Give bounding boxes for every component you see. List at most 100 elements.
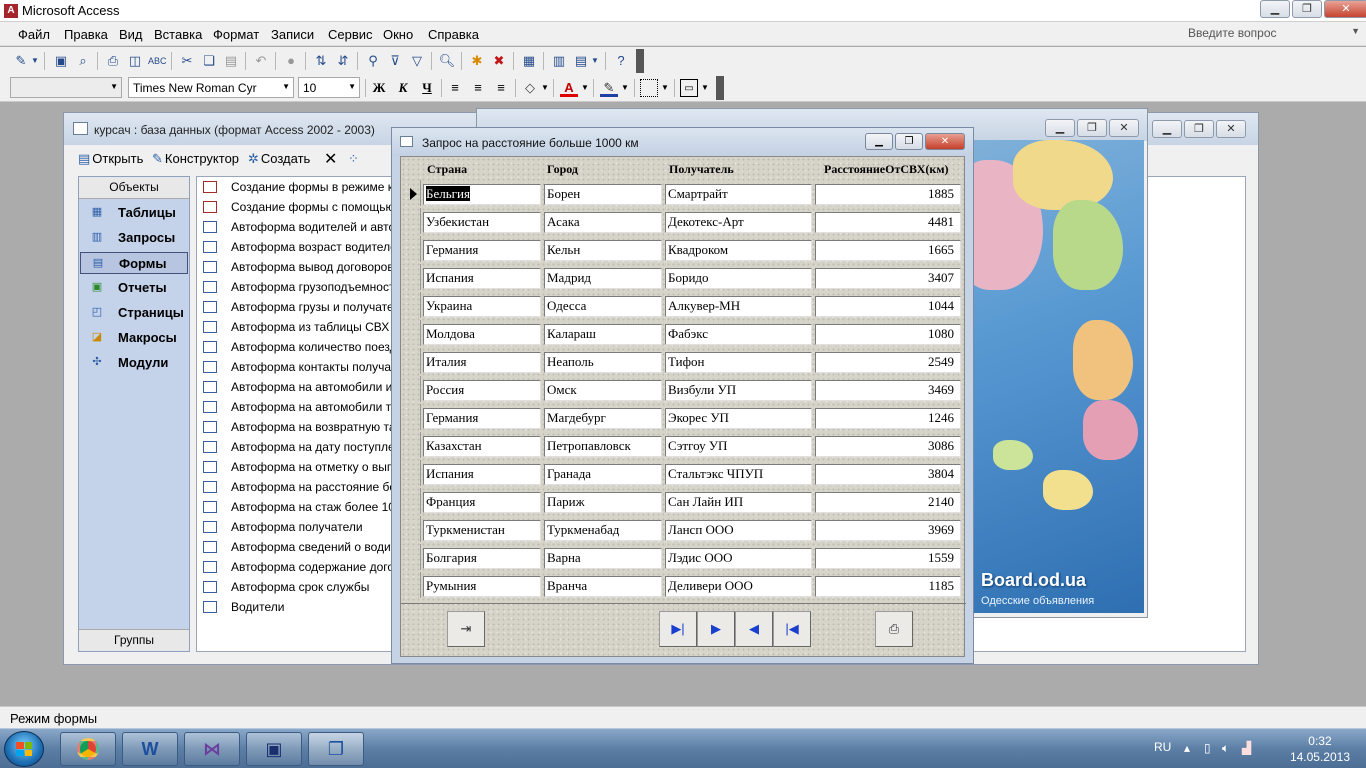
language-indicator[interactable]: RU (1154, 740, 1171, 754)
city-field[interactable]: Варна (544, 548, 662, 569)
city-field[interactable]: Туркменабад (544, 520, 662, 541)
record-selector[interactable] (403, 180, 421, 206)
object-tables[interactable]: ▦ Таблицы (80, 202, 188, 224)
clock[interactable]: 0:32 14.05.2013 (1290, 733, 1350, 765)
distance-field[interactable]: 2549 (815, 352, 961, 373)
list-item[interactable]: Автоформа получатели (203, 517, 363, 537)
close-button[interactable]: ✕ (925, 133, 965, 150)
special-effect-dropdown-icon[interactable]: ▼ (700, 79, 710, 97)
recipient-field[interactable]: Лансп ООО (665, 520, 812, 541)
recipient-field[interactable]: Алкувер-МН (665, 296, 812, 317)
view-icon[interactable]: ✎ (12, 52, 30, 70)
toolbar-grip[interactable] (716, 76, 724, 100)
record-selector[interactable] (403, 320, 421, 346)
country-field[interactable]: Узбекистан (423, 212, 541, 233)
list-item[interactable]: Автоформа возраст водителей (203, 237, 403, 257)
print-preview-icon[interactable]: ◫ (126, 52, 144, 70)
print-icon[interactable]: ⎙ (104, 52, 122, 70)
restore-button[interactable]: ❐ (1292, 0, 1322, 18)
country-field[interactable]: Украина (423, 296, 541, 317)
font-color-dropdown-icon[interactable]: ▼ (580, 79, 590, 97)
menu-insert[interactable]: Вставка (154, 27, 202, 42)
next-record-button[interactable]: ▶ (697, 611, 735, 647)
groups-footer[interactable]: Группы (79, 629, 189, 651)
database-window-icon[interactable]: ▥ (550, 52, 568, 70)
record-selector[interactable] (403, 236, 421, 262)
help-icon[interactable]: ? (612, 52, 630, 70)
filter-selection-icon[interactable]: ⚲ (364, 52, 382, 70)
font-name-combo[interactable]: Times New Roman Cyr ▼ (128, 77, 294, 98)
list-item[interactable]: Автоформа на стаж более 10 лет (203, 497, 417, 517)
list-item[interactable]: Автоформа сведений о водителях (203, 537, 422, 557)
country-field[interactable]: Россия (423, 380, 541, 401)
record-selector[interactable] (403, 488, 421, 514)
object-combo[interactable]: ▼ (10, 77, 122, 98)
fill-color-icon[interactable]: ◇ (521, 79, 539, 97)
record-selector[interactable] (403, 348, 421, 374)
fill-color-dropdown-icon[interactable]: ▼ (540, 79, 550, 97)
menu-file[interactable]: Файл (18, 27, 50, 42)
open-button[interactable]: ▤ Открыть (78, 151, 143, 167)
copy-icon[interactable]: ❏ (200, 52, 218, 70)
objects-header[interactable]: Объекты (79, 177, 189, 199)
sort-descending-icon[interactable]: ⇵ (334, 52, 352, 70)
taskbar-access[interactable]: ❐ (308, 732, 364, 766)
toolbar-grip[interactable] (636, 49, 644, 73)
border-width-dropdown-icon[interactable]: ▼ (660, 79, 670, 97)
list-item[interactable]: Автоформа грузы и получатели (203, 297, 407, 317)
align-center-icon[interactable]: ≡ (469, 79, 487, 97)
city-field[interactable]: Магдебург (544, 408, 662, 429)
list-item[interactable]: Автоформа из таблицы СВХ (203, 317, 389, 337)
country-field[interactable]: Испания (423, 268, 541, 289)
distance-field[interactable]: 3969 (815, 520, 961, 541)
sort-ascending-icon[interactable]: ⇅ (312, 52, 330, 70)
menu-window[interactable]: Окно (383, 27, 413, 42)
tray-arrow-icon[interactable]: ▴ (1184, 741, 1190, 755)
country-field[interactable]: Италия (423, 352, 541, 373)
object-reports[interactable]: ▣ Отчеты (80, 277, 188, 299)
recipient-field[interactable]: Экорес УП (665, 408, 812, 429)
city-field[interactable]: Гранада (544, 464, 662, 485)
city-field[interactable]: Омск (544, 380, 662, 401)
recipient-field[interactable]: Декотекс-Арт (665, 212, 812, 233)
recipient-field[interactable]: Сэтгоу УП (665, 436, 812, 457)
line-color-icon[interactable]: ✎ (600, 79, 618, 97)
design-button[interactable]: ✎ Конструктор (152, 151, 239, 167)
line-color-dropdown-icon[interactable]: ▼ (620, 79, 630, 97)
city-field[interactable]: Мадрид (544, 268, 662, 289)
record-selector[interactable] (403, 432, 421, 458)
record-selector[interactable] (403, 572, 421, 598)
city-field[interactable]: Париж (544, 492, 662, 513)
recipient-field[interactable]: Деливери ООО (665, 576, 812, 597)
country-field[interactable]: Германия (423, 408, 541, 429)
close-button[interactable]: ✕ (1109, 119, 1139, 137)
new-object-icon[interactable]: ▤ (572, 52, 590, 70)
minimize-button[interactable]: ▁ (1152, 120, 1182, 138)
country-field[interactable]: Румыния (423, 576, 541, 597)
distance-field[interactable]: 1044 (815, 296, 961, 317)
underline-button[interactable]: Ч (418, 79, 436, 97)
distance-field[interactable]: 1885 (815, 184, 961, 205)
taskbar-word[interactable]: W (122, 732, 178, 766)
country-field[interactable]: Казахстан (423, 436, 541, 457)
font-size-combo[interactable]: 10 ▼ (298, 77, 360, 98)
taskbar-save-app[interactable]: ▣ (246, 732, 302, 766)
list-item[interactable]: Автоформа срок службы (203, 577, 369, 597)
previous-record-button[interactable]: ◀ (735, 611, 773, 647)
list-item[interactable]: Автоформа вывод договоров (203, 257, 394, 277)
search-file-icon[interactable]: ⌕ (74, 52, 92, 70)
large-icons-icon[interactable]: ⁘ (348, 151, 359, 167)
recipient-field[interactable]: Фабэкс (665, 324, 812, 345)
recipient-field[interactable]: Стальтэкс ЧПУП (665, 464, 812, 485)
city-field[interactable]: Петропавловск (544, 436, 662, 457)
new-object-dropdown-icon[interactable]: ▼ (590, 52, 600, 70)
bold-button[interactable]: Ж (370, 79, 388, 97)
recipient-field[interactable]: Тифон (665, 352, 812, 373)
record-selector[interactable] (403, 208, 421, 234)
record-selector[interactable] (403, 292, 421, 318)
taskbar-visual-studio[interactable]: ⋈ (184, 732, 240, 766)
cut-icon[interactable]: ✂ (178, 52, 196, 70)
special-effect-icon[interactable]: ▭ (680, 79, 698, 97)
filter-form-icon[interactable]: ⊽ (386, 52, 404, 70)
minimize-button[interactable]: ▁ (865, 133, 893, 150)
